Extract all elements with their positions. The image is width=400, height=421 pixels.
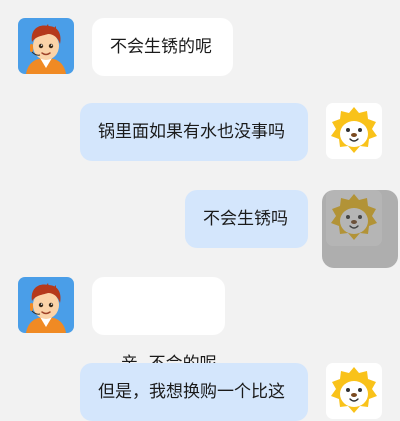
message-text: 但是，我想换购一个比这: [98, 382, 285, 402]
lion-mascot-icon[interactable]: [326, 103, 382, 159]
message-text: 不会生锈吗: [203, 209, 288, 229]
message-bubble[interactable]: 不会生锈吗: [185, 190, 308, 248]
message-text: 锅里面如果有水也没事吗: [98, 122, 285, 142]
message-bubble[interactable]: 但是，我想换购一个比这: [80, 363, 308, 421]
avatar-press-highlight: [322, 190, 398, 268]
message-bubble[interactable]: 不会生锈的呢: [92, 18, 233, 76]
message-text: 不会生锈的呢: [110, 37, 212, 57]
boy-avatar-icon[interactable]: [18, 18, 74, 74]
message-bubble[interactable]: 亲 不会的呢: [92, 277, 225, 374]
message-bubble[interactable]: 锅里面如果有水也没事吗: [80, 103, 308, 161]
lion-mascot-icon[interactable]: [326, 363, 382, 419]
boy-avatar-icon[interactable]: [18, 277, 74, 333]
